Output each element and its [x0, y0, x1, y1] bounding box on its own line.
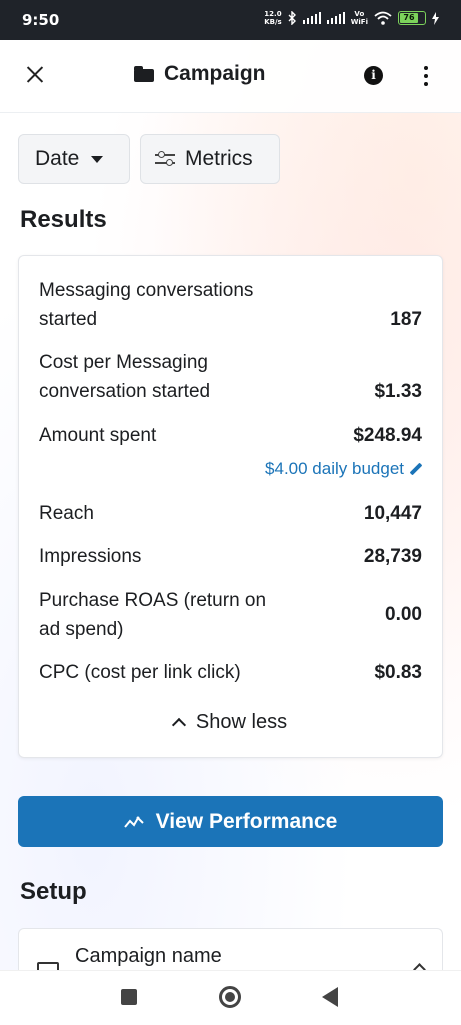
metric-value: 10,447 — [363, 503, 422, 524]
trend-icon — [123, 815, 144, 828]
sliders-icon — [155, 151, 175, 167]
date-filter-button[interactable]: Date — [18, 134, 130, 184]
metric-row-messaging: Messaging conversations started 187 — [39, 276, 422, 334]
metric-label-line1: Messaging conversations — [39, 280, 254, 301]
metric-label: Cost per Messaging conversation started — [39, 348, 210, 406]
status-icons: 12.0 KB/s Vo WiFi 76 — [264, 10, 439, 26]
metric-row-reach: Reach 10,447 — [39, 499, 422, 528]
metrics-label: Metrics — [185, 147, 253, 170]
metric-row-amount-spent: Amount spent $248.94 — [39, 421, 422, 450]
metric-label-line1: Purchase ROAS (return on — [39, 590, 267, 611]
vowifi-badge: Vo WiFi — [351, 10, 368, 26]
metric-label-line2: ad spend) — [39, 619, 124, 640]
metric-value: 28,739 — [363, 546, 422, 567]
metric-label: Purchase ROAS (return on ad spend) — [39, 586, 266, 644]
back-button[interactable] — [322, 987, 338, 1007]
battery-level: 76 — [400, 13, 418, 23]
view-performance-label: View Performance — [155, 809, 338, 833]
daily-budget-link[interactable]: $4.00 daily budget — [265, 459, 422, 479]
metrics-button[interactable]: Metrics — [140, 134, 280, 184]
status-time: 9:50 — [22, 11, 60, 29]
metric-label-line1: Cost per Messaging — [39, 352, 208, 373]
battery-icon: 76 — [398, 11, 426, 25]
metric-row-impressions: Impressions 28,739 — [39, 542, 422, 571]
pencil-icon — [410, 463, 422, 475]
view-performance-button[interactable]: View Performance — [18, 796, 443, 847]
bluetooth-icon — [288, 11, 296, 25]
metric-label: Impressions — [39, 546, 142, 567]
caret-down-icon — [91, 155, 104, 163]
close-icon[interactable] — [24, 64, 46, 86]
metric-row-cost-per-messaging: Cost per Messaging conversation started … — [39, 348, 422, 406]
metric-value: $1.33 — [374, 381, 422, 402]
signal-2-icon — [326, 12, 345, 24]
page-title: Campaign — [164, 62, 266, 85]
metric-label: Messaging conversations started — [39, 276, 253, 334]
system-nav-bar — [0, 970, 461, 1025]
metric-label-line2: started — [39, 309, 98, 330]
daily-budget-text: $4.00 daily budget — [265, 459, 404, 478]
network-speed-unit: KB/s — [264, 18, 282, 26]
network-speed-value: 12.0 — [264, 10, 282, 18]
metric-label: CPC (cost per link click) — [39, 662, 241, 683]
metric-row-cpc: CPC (cost per link click) $0.83 — [39, 658, 422, 687]
home-button[interactable] — [219, 986, 241, 1008]
date-filter-label: Date — [35, 147, 80, 170]
title-group: Campaign — [134, 62, 266, 86]
metric-row-purchase-roas: Purchase ROAS (return on ad spend) 0.00 — [39, 586, 422, 644]
recents-button[interactable] — [121, 989, 137, 1005]
network-speed: 12.0 KB/s — [264, 10, 281, 26]
charging-icon — [432, 11, 439, 25]
folder-icon — [134, 66, 154, 82]
campaign-name-label: Campaign name — [75, 945, 222, 967]
metric-label-line2: conversation started — [39, 381, 211, 402]
status-bar: 9:50 12.0 KB/s Vo WiFi 76 — [0, 0, 461, 40]
show-less-label: Show less — [195, 711, 288, 733]
metric-value: $0.83 — [374, 662, 422, 683]
app-bar: Campaign i — [0, 40, 461, 113]
info-icon[interactable]: i — [364, 66, 383, 85]
more-icon[interactable] — [416, 64, 436, 88]
results-card: Messaging conversations started 187 Cost… — [18, 255, 443, 758]
vowifi-bottom: WiFi — [350, 18, 368, 26]
metric-value: $248.94 — [353, 425, 422, 446]
setup-heading: Setup — [20, 878, 87, 905]
metric-value: 0.00 — [385, 604, 422, 625]
vowifi-top: Vo — [354, 10, 365, 18]
results-heading: Results — [20, 206, 107, 233]
metric-label: Amount spent — [39, 425, 157, 446]
metric-value: 187 — [390, 309, 422, 330]
chevron-up-icon — [171, 717, 186, 733]
show-less-button[interactable]: Show less — [19, 711, 442, 734]
signal-1-icon — [302, 12, 321, 24]
metric-label: Reach — [39, 503, 94, 524]
wifi-icon — [374, 11, 392, 25]
